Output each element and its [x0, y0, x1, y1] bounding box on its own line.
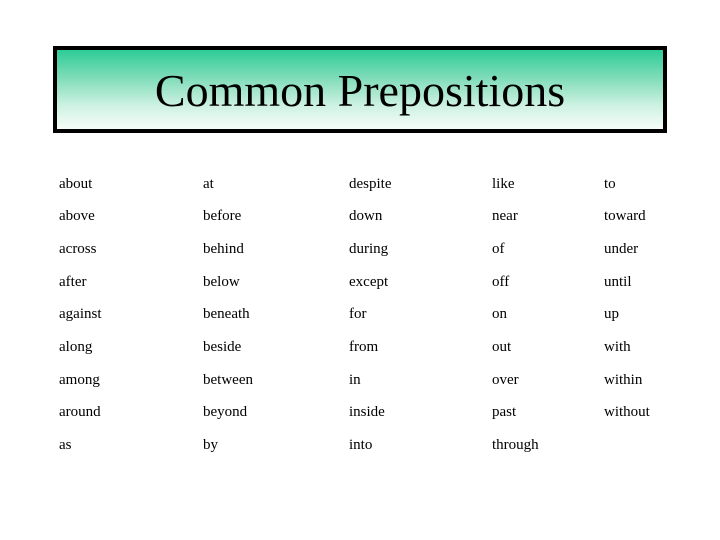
- table-cell: within: [604, 372, 643, 388]
- table-cell: up: [604, 306, 619, 322]
- table-cell: during: [349, 241, 389, 257]
- table-cell: under: [604, 241, 639, 257]
- table-cell: near: [492, 208, 518, 224]
- table-cell: despite: [349, 176, 392, 192]
- table-cell: for: [349, 306, 367, 322]
- prepositions-table: about at despite like to above before do…: [0, 0, 720, 540]
- table-cell: in: [349, 372, 361, 388]
- table-cell: beneath: [203, 306, 250, 322]
- table-cell: below: [203, 274, 240, 290]
- table-cell: with: [604, 339, 631, 355]
- table-cell: on: [492, 306, 507, 322]
- table-cell: toward: [604, 208, 646, 224]
- table-cell: inside: [349, 404, 385, 420]
- table-cell: off: [492, 274, 510, 290]
- table-cell: from: [349, 339, 379, 355]
- table-cell: down: [349, 208, 383, 224]
- table-cell: beyond: [203, 404, 248, 420]
- table-cell: out: [492, 339, 512, 355]
- table-cell: of: [492, 241, 505, 257]
- table-row: around beyond inside past without: [0, 402, 720, 422]
- table-cell: around: [59, 404, 101, 420]
- table-cell: as: [59, 437, 72, 453]
- table-cell: past: [492, 404, 517, 420]
- table-cell: after: [59, 274, 87, 290]
- table-cell: across: [59, 241, 97, 257]
- table-row: after below except off until: [0, 272, 720, 292]
- table-cell: except: [349, 274, 389, 290]
- table-cell: above: [59, 208, 95, 224]
- table-cell: at: [203, 176, 214, 192]
- table-cell: beside: [203, 339, 242, 355]
- table-row: against beneath for on up: [0, 304, 720, 324]
- table-row: about at despite like to: [0, 174, 720, 194]
- table-cell: over: [492, 372, 519, 388]
- table-row: along beside from out with: [0, 337, 720, 357]
- table-row: among between in over within: [0, 370, 720, 390]
- table-row: across behind during of under: [0, 239, 720, 259]
- table-row: above before down near toward: [0, 206, 720, 226]
- table-cell: through: [492, 437, 539, 453]
- table-cell: until: [604, 274, 632, 290]
- table-cell: into: [349, 437, 373, 453]
- table-cell: without: [604, 404, 650, 420]
- table-cell: along: [59, 339, 93, 355]
- table-cell: to: [604, 176, 616, 192]
- table-cell: by: [203, 437, 218, 453]
- table-cell: behind: [203, 241, 244, 257]
- table-cell: between: [203, 372, 253, 388]
- table-cell: against: [59, 306, 102, 322]
- table-cell: among: [59, 372, 100, 388]
- table-cell: about: [59, 176, 93, 192]
- table-cell: like: [492, 176, 515, 192]
- table-row: as by into through: [0, 435, 720, 455]
- table-cell: before: [203, 208, 242, 224]
